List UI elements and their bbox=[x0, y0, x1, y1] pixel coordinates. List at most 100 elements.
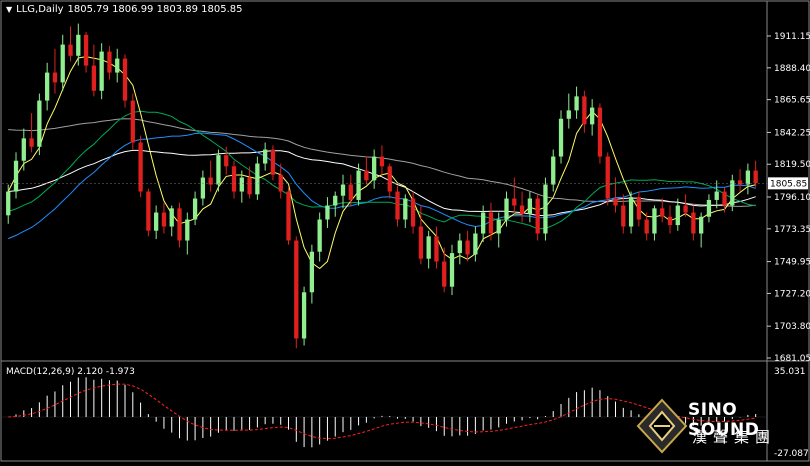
chart-area: 1911.15 1888.40 1865.65 1842.25 1819.50 1796.… bbox=[0, 0, 810, 462]
candle-body bbox=[83, 34, 89, 66]
candle-body bbox=[364, 170, 369, 181]
candle-body bbox=[286, 191, 291, 241]
candle-body bbox=[706, 199, 712, 217]
candle-body bbox=[714, 191, 719, 200]
candle-body bbox=[301, 292, 307, 339]
candle-body bbox=[169, 208, 174, 227]
candle-body bbox=[667, 216, 673, 226]
candle-body bbox=[247, 177, 252, 195]
candle-body bbox=[613, 198, 618, 206]
candle-body bbox=[745, 170, 751, 185]
candle-body bbox=[122, 58, 128, 101]
candle-body bbox=[52, 72, 58, 83]
diamond-logo-icon bbox=[636, 398, 688, 454]
candle-body bbox=[270, 149, 276, 175]
candle-body bbox=[722, 191, 727, 206]
candle-body bbox=[60, 44, 65, 83]
price-tick-label: 1773.35 bbox=[774, 225, 810, 235]
price-tick-label: 1865.65 bbox=[774, 96, 810, 106]
candle-body bbox=[37, 100, 42, 147]
candle-body bbox=[177, 208, 182, 241]
candle-body bbox=[348, 184, 353, 200]
price-tick-label: 1703.80 bbox=[774, 322, 810, 332]
candle-body bbox=[91, 65, 97, 91]
candle-body bbox=[621, 205, 626, 227]
candle-body bbox=[527, 198, 533, 214]
candle-body bbox=[239, 177, 244, 192]
candle-body bbox=[6, 191, 11, 216]
candle-body bbox=[333, 195, 338, 206]
outer-frame bbox=[0, 0, 810, 462]
candle-body bbox=[551, 156, 556, 185]
candle-body bbox=[597, 107, 603, 157]
price-tick-label: 1796.10 bbox=[774, 193, 810, 203]
company-logo: SINO SOUND 漢聲集團 bbox=[636, 396, 806, 458]
candle-body bbox=[628, 197, 634, 227]
candle-body bbox=[496, 219, 501, 234]
candle-body bbox=[566, 110, 571, 119]
price-tick-label: 1911.15 bbox=[774, 32, 810, 42]
macd-axis-top-label: 35.031 bbox=[774, 367, 806, 377]
candle-body bbox=[691, 212, 696, 234]
candle-body bbox=[644, 219, 649, 234]
candle-body bbox=[442, 261, 447, 287]
candle-body bbox=[340, 184, 346, 196]
dropdown-triangle-icon[interactable]: ▼ bbox=[6, 5, 12, 14]
candle-body bbox=[356, 170, 361, 200]
candle-body bbox=[512, 198, 517, 206]
candle-body bbox=[146, 191, 151, 231]
candle-body bbox=[387, 166, 392, 192]
candle-body bbox=[395, 191, 400, 220]
candle-body bbox=[590, 107, 595, 125]
candle-body bbox=[699, 216, 704, 234]
chart-header: ▼ LLG,Daily 1805.79 1806.99 1803.89 1805… bbox=[6, 4, 242, 15]
price-tick-label: 1888.40 bbox=[774, 64, 810, 74]
candle-body bbox=[263, 149, 268, 164]
price-tick-label: 1819.50 bbox=[774, 160, 810, 170]
candlestick-chart: 1911.15 1888.40 1865.65 1842.25 1819.50 1796.… bbox=[0, 0, 810, 462]
candle-body bbox=[730, 180, 735, 206]
candle-body bbox=[68, 44, 73, 56]
candle-body bbox=[737, 180, 743, 185]
candle-body bbox=[652, 208, 657, 234]
candle-body bbox=[481, 212, 486, 234]
candle-body bbox=[372, 156, 377, 181]
price-tick-label: 1681.05 bbox=[774, 354, 810, 364]
candle-body bbox=[325, 205, 330, 220]
candle-body bbox=[216, 155, 221, 185]
candle-body bbox=[457, 240, 462, 254]
candle-body bbox=[138, 142, 143, 192]
candle-body bbox=[130, 100, 135, 143]
candle-body bbox=[675, 205, 680, 226]
candle-body bbox=[21, 138, 26, 161]
candle-body bbox=[99, 51, 104, 91]
candle-body bbox=[605, 156, 610, 199]
price-tick-label: 1727.20 bbox=[774, 289, 810, 299]
candle-body bbox=[753, 170, 758, 184]
candle-body bbox=[410, 198, 416, 227]
symbol-label: LLG,Daily bbox=[16, 4, 64, 15]
candle-body bbox=[558, 118, 564, 157]
candle-body bbox=[317, 219, 322, 252]
candle-body bbox=[403, 198, 408, 220]
candle-body bbox=[115, 58, 120, 73]
candle-body bbox=[543, 184, 548, 234]
candle-body bbox=[418, 226, 424, 259]
candle-body bbox=[449, 253, 455, 287]
candle-body bbox=[192, 198, 198, 220]
candle-body bbox=[379, 156, 385, 167]
candle-body bbox=[185, 219, 190, 241]
price-tick-label: 1749.95 bbox=[774, 258, 810, 268]
candle-body bbox=[76, 34, 81, 56]
candle-body bbox=[574, 96, 579, 111]
logo-name-cn: 漢聲集團 bbox=[692, 428, 777, 446]
candle-body bbox=[519, 205, 525, 214]
candle-body bbox=[582, 96, 587, 125]
candle-body bbox=[45, 72, 50, 101]
candle-body bbox=[29, 138, 34, 147]
candle-body bbox=[504, 198, 509, 220]
candle-body bbox=[13, 160, 19, 192]
candle-body bbox=[294, 240, 299, 339]
current-price-label: 1805.85 bbox=[770, 179, 807, 189]
candle-body bbox=[224, 155, 229, 167]
